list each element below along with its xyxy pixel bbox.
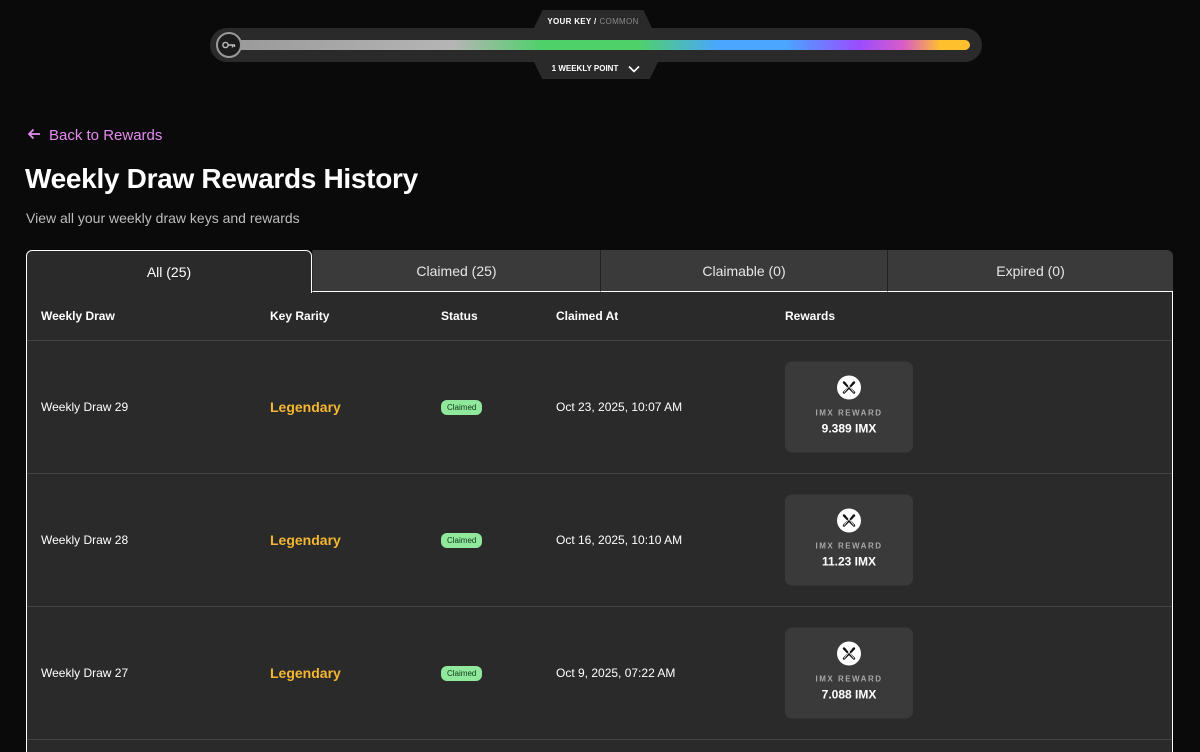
key-icon — [216, 32, 242, 58]
key-rarity-badge: YOUR KEY / COMMON — [533, 10, 653, 30]
status-cell: Claimed — [441, 532, 483, 548]
arrow-left-icon — [27, 127, 41, 144]
key-rarity-label: COMMON — [599, 17, 639, 26]
weekly-points-label: 1 WEEKLY POINT — [551, 64, 619, 73]
reward-amount: 11.23 IMX — [821, 554, 877, 569]
weekly-draw-name: Weekly Draw 28 — [41, 533, 129, 547]
reward-label: IMX REWARD — [815, 408, 883, 418]
key-rarity: Legendary — [270, 532, 341, 548]
reward-cell: IMX REWARD 11.23 IMX — [785, 494, 913, 586]
claimed-at: Oct 9, 2025, 07:22 AM — [556, 666, 676, 680]
weekly-draw-name: Weekly Draw 29 — [41, 400, 129, 414]
tab-claimable[interactable]: Claimable (0) — [600, 250, 887, 292]
key-progress-bar — [210, 28, 982, 62]
key-label: YOUR KEY / — [547, 17, 597, 26]
back-to-rewards-link[interactable]: Back to Rewards — [27, 127, 162, 144]
status-badge: Claimed — [441, 533, 483, 548]
imx-icon — [837, 375, 861, 400]
tab-all[interactable]: All (25) — [26, 250, 312, 293]
reward-cell: IMX REWARD 7.088 IMX — [785, 627, 913, 719]
rarity-gradient-track — [232, 40, 970, 50]
claimed-at: Oct 16, 2025, 10:10 AM — [556, 533, 683, 547]
imx-icon — [837, 508, 861, 533]
imx-icon — [837, 641, 861, 666]
weekly-draw-name: Weekly Draw 27 — [41, 666, 129, 680]
reward-amount: 7.088 IMX — [821, 687, 877, 702]
key-rarity: Legendary — [270, 665, 341, 681]
tab-claimed[interactable]: Claimed (25) — [312, 250, 600, 292]
table-header: Weekly Draw Key Rarity Status Claimed At… — [27, 292, 1172, 341]
tab-expired[interactable]: Expired (0) — [887, 250, 1173, 292]
filter-tabs: All (25) Claimed (25) Claimable (0) Expi… — [26, 250, 1173, 293]
page-title: Weekly Draw Rewards History — [25, 163, 418, 194]
column-header-weekly-draw: Weekly Draw — [41, 309, 115, 323]
reward-label: IMX REWARD — [815, 674, 883, 684]
status-cell: Claimed — [441, 665, 483, 681]
status-cell: Claimed — [441, 399, 483, 415]
status-badge: Claimed — [441, 400, 483, 415]
key-rarity: Legendary — [270, 399, 341, 415]
rewards-history-table: Weekly Draw Key Rarity Status Claimed At… — [26, 292, 1173, 752]
column-header-rewards: Rewards — [785, 309, 836, 323]
table-row: Weekly Draw 29 Legendary Claimed Oct 23,… — [27, 341, 1172, 474]
chevron-down-icon — [628, 63, 640, 75]
column-header-status: Status — [441, 309, 478, 323]
weekly-points-dropdown[interactable]: 1 WEEKLY POINT — [532, 58, 660, 79]
reward-cell: IMX REWARD 9.389 IMX — [785, 361, 913, 453]
reward-amount: 9.389 IMX — [821, 421, 877, 436]
status-badge: Claimed — [441, 666, 483, 681]
reward-card: IMX REWARD 9.389 IMX — [785, 361, 913, 453]
claimed-at: Oct 23, 2025, 10:07 AM — [556, 400, 683, 414]
reward-card: IMX REWARD 11.23 IMX — [785, 494, 913, 586]
column-header-claimed-at: Claimed At — [556, 309, 619, 323]
column-header-key-rarity: Key Rarity — [270, 309, 330, 323]
back-link-label: Back to Rewards — [49, 127, 163, 144]
page-subtitle: View all your weekly draw keys and rewar… — [26, 210, 300, 226]
reward-label: IMX REWARD — [815, 541, 883, 551]
table-row: Weekly Draw 28 Legendary Claimed Oct 16,… — [27, 474, 1172, 607]
table-row: Weekly Draw 27 Legendary Claimed Oct 9, … — [27, 607, 1172, 740]
reward-card: IMX REWARD 7.088 IMX — [785, 627, 913, 719]
